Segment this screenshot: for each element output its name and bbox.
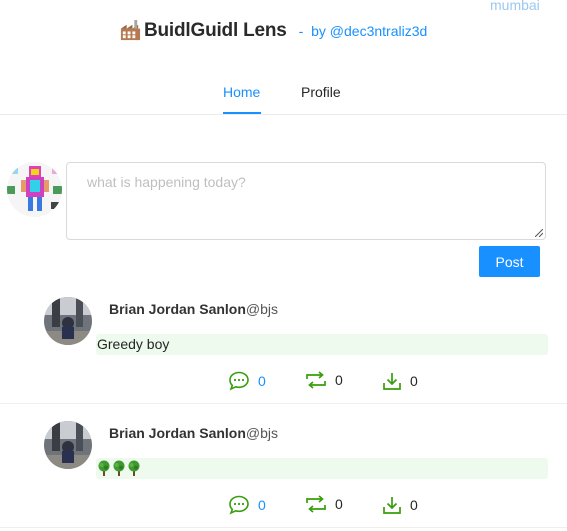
post-button[interactable]: Post <box>479 246 540 277</box>
author-display-name: Brian Jordan Sanlon <box>109 301 246 317</box>
post-input-placeholder: what is happening today? <box>87 174 246 190</box>
tab-profile[interactable]: Profile <box>301 84 341 100</box>
active-tab-indicator <box>223 112 261 114</box>
factory-icon <box>120 19 141 41</box>
tree-emoji-group <box>97 460 141 477</box>
post-card: Brian Jordan Sanlon@bjs 0 0 0 <box>0 412 567 528</box>
author-handle: @bjs <box>245 301 279 317</box>
download-icon <box>383 373 401 390</box>
author-display-name: Brian Jordan Sanlon <box>109 425 246 441</box>
author-handle: @bjs <box>245 425 279 441</box>
tree-icon <box>113 460 125 477</box>
retweet-icon <box>306 371 326 389</box>
mirror-count: 0 <box>335 496 343 512</box>
author-avatar[interactable] <box>44 297 92 345</box>
collect-button[interactable]: 0 <box>382 371 418 391</box>
brand-header: BuidlGuidl Lens - by @dec3ntraliz3d <box>119 19 427 42</box>
comment-button[interactable]: 0 <box>228 371 266 391</box>
comment-count: 0 <box>258 497 266 513</box>
post-content: Greedy boy <box>96 334 548 355</box>
comment-icon <box>229 371 249 391</box>
tab-home[interactable]: Home <box>223 84 260 100</box>
main-tabs: Home Profile <box>0 82 567 115</box>
app-title: BuidlGuidl Lens <box>144 19 287 41</box>
mirror-button[interactable]: 0 <box>305 371 343 389</box>
collect-count: 0 <box>410 497 418 513</box>
collect-button[interactable]: 0 <box>382 495 418 515</box>
comment-button[interactable]: 0 <box>228 495 266 515</box>
resize-grip-icon[interactable] <box>535 229 543 237</box>
tree-icon <box>98 460 110 477</box>
collect-count: 0 <box>410 373 418 389</box>
download-icon <box>383 497 401 514</box>
mirror-count: 0 <box>335 372 343 388</box>
post-content <box>96 458 548 479</box>
author-name[interactable]: Brian Jordan Sanlon@bjs <box>109 301 278 317</box>
comment-count: 0 <box>258 373 266 389</box>
author-link[interactable]: - by @dec3ntraliz3d <box>299 23 428 39</box>
post-input[interactable]: what is happening today? <box>66 162 546 240</box>
network-label: mumbai <box>490 0 540 13</box>
tree-icon <box>128 460 140 477</box>
comment-icon <box>229 495 249 515</box>
user-avatar[interactable] <box>7 162 62 217</box>
post-card: Brian Jordan Sanlon@bjs Greedy boy 0 0 0 <box>0 288 567 404</box>
mirror-button[interactable]: 0 <box>305 495 343 513</box>
author-avatar[interactable] <box>44 421 92 469</box>
author-name[interactable]: Brian Jordan Sanlon@bjs <box>109 425 278 441</box>
retweet-icon <box>306 495 326 513</box>
